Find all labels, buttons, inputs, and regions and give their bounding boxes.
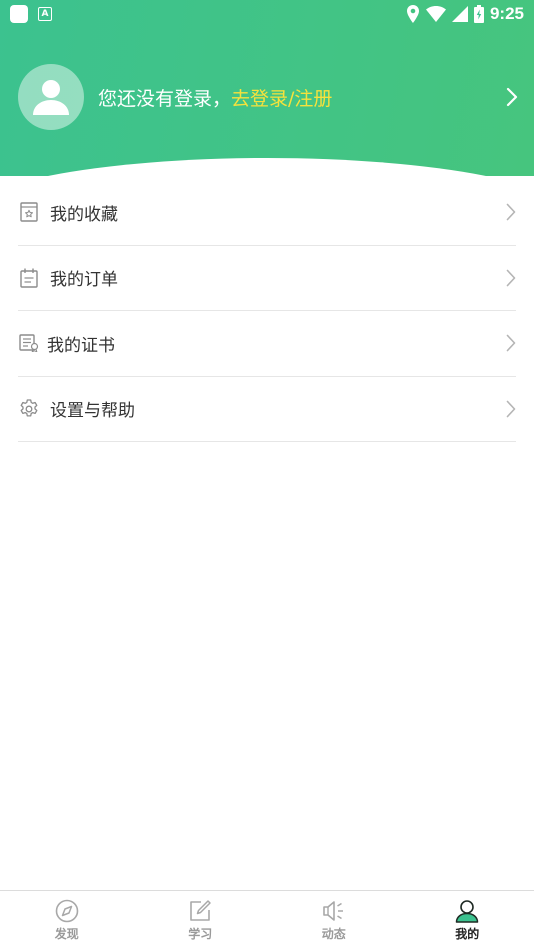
user-icon bbox=[456, 900, 479, 923]
status-bar: A 9:25 bbox=[0, 0, 534, 28]
tab-discover[interactable]: 发现 bbox=[0, 891, 134, 950]
tab-label: 我的 bbox=[455, 927, 480, 941]
chevron-right-icon[interactable] bbox=[506, 87, 518, 107]
compass-icon bbox=[55, 899, 79, 923]
bottom-tab-bar: 发现 学习 动态 我的 bbox=[0, 890, 534, 950]
menu-item-label: 我的收藏 bbox=[50, 204, 118, 225]
menu-item-label: 设置与帮助 bbox=[50, 401, 135, 422]
wifi-icon bbox=[425, 6, 446, 22]
edit-icon bbox=[190, 900, 211, 921]
menu-item-certificates[interactable]: 我的证书 bbox=[18, 311, 516, 377]
login-row[interactable]: 您还没有登录， 去登录/注册 bbox=[18, 64, 518, 130]
menu-item-favorites[interactable]: 我的收藏 bbox=[18, 180, 516, 246]
menu-list: 我的收藏 我的订单 我的证书 设置与帮助 bbox=[18, 180, 516, 442]
tab-label: 学习 bbox=[188, 927, 213, 941]
chevron-right-icon bbox=[506, 269, 516, 287]
a-notification-icon: A bbox=[38, 7, 52, 21]
menu-item-label: 我的订单 bbox=[50, 270, 118, 291]
signal-icon bbox=[451, 6, 468, 22]
tab-study[interactable]: 学习 bbox=[134, 891, 268, 950]
menu-item-orders[interactable]: 我的订单 bbox=[18, 246, 516, 311]
speaker-icon bbox=[322, 901, 343, 921]
tab-label: 发现 bbox=[54, 927, 79, 941]
menu-item-label: 我的证书 bbox=[47, 335, 115, 356]
tab-news[interactable]: 动态 bbox=[267, 891, 401, 950]
status-time: 9:25 bbox=[489, 4, 524, 23]
battery-icon bbox=[473, 5, 484, 23]
login-prompt: 您还没有登录， bbox=[98, 87, 232, 110]
header-curve bbox=[0, 158, 534, 176]
location-icon bbox=[406, 5, 419, 23]
favorite-icon bbox=[18, 201, 40, 223]
app-square-icon bbox=[10, 5, 28, 23]
avatar-icon bbox=[33, 80, 69, 115]
settings-icon bbox=[18, 398, 40, 420]
order-icon bbox=[18, 267, 40, 289]
tab-mine[interactable]: 我的 bbox=[401, 891, 534, 950]
login-register-link[interactable]: 去登录/注册 bbox=[231, 84, 332, 111]
chevron-right-icon bbox=[506, 400, 516, 418]
certificate-icon bbox=[18, 332, 40, 354]
chevron-right-icon bbox=[506, 203, 516, 221]
tab-label: 动态 bbox=[321, 927, 346, 941]
chevron-right-icon bbox=[506, 334, 516, 352]
avatar[interactable] bbox=[18, 64, 84, 130]
menu-item-settings-help[interactable]: 设置与帮助 bbox=[18, 377, 516, 442]
